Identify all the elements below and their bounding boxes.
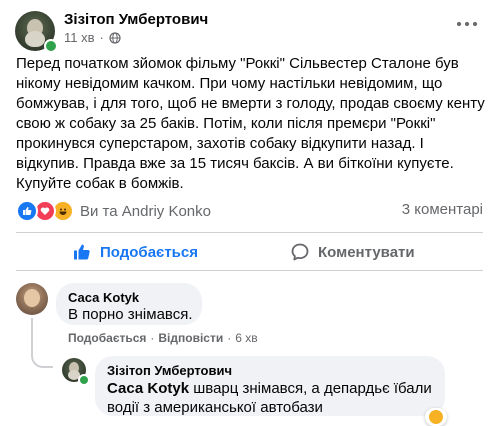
comments-count-link[interactable]: 3 коментарі <box>402 201 483 218</box>
comment-time[interactable]: 6 хв <box>235 331 257 345</box>
like-reaction-icon <box>16 200 38 222</box>
like-button[interactable]: Подобається <box>72 236 198 268</box>
reply-reaction-badge[interactable] <box>425 408 447 426</box>
online-status-dot <box>78 374 90 386</box>
post-time[interactable]: 11 хв <box>64 30 95 45</box>
comment-button[interactable]: Коментувати <box>290 236 415 268</box>
post-body-text: Перед початком зйомок фільму "Роккі" Сіл… <box>16 55 485 192</box>
reply-text: Саса Kotyk шварц знімався, а депардьє їб… <box>107 379 437 417</box>
comment-meta-separator: · <box>150 331 155 345</box>
comment-icon <box>291 243 309 261</box>
more-icon <box>457 22 461 26</box>
comment-reply-link[interactable]: Відповісти <box>158 331 223 345</box>
globe-icon <box>109 31 121 44</box>
comment-meta-separator: · <box>227 331 232 345</box>
reply-thread-line <box>31 318 53 368</box>
divider <box>16 232 483 233</box>
like-button-label: Подобається <box>100 243 198 261</box>
more-options-button[interactable] <box>455 14 479 34</box>
meta-separator: · <box>99 30 104 45</box>
post-author-name[interactable]: Зізітоп Умбертович <box>64 11 208 28</box>
haha-reaction-icon <box>429 410 443 424</box>
divider <box>16 270 483 271</box>
comment-text: В порно знімався. <box>68 306 193 323</box>
comment-button-label: Коментувати <box>318 243 415 261</box>
reactions-text: Ви та Andriy Konko <box>80 202 211 220</box>
mentioned-user-tag[interactable]: Саса Kotyk <box>107 380 189 397</box>
comment-like-link[interactable]: Подобається <box>68 331 146 345</box>
comment-actions: Подобається · Відповісти · 6 хв <box>68 331 258 345</box>
online-status-dot <box>44 39 58 53</box>
comment-author-name[interactable]: Саса Kotyk <box>68 290 139 305</box>
post-meta: 11 хв · <box>64 30 121 45</box>
thumbs-up-icon <box>74 244 90 260</box>
facebook-post: Зізітоп Умбертович 11 хв · Перед початко… <box>0 0 499 426</box>
commenter-avatar[interactable] <box>16 283 48 315</box>
reactions-summary[interactable]: Ви та Andriy Konko <box>16 200 211 222</box>
reply-author-name[interactable]: Зізітоп Умбертович <box>107 363 232 378</box>
